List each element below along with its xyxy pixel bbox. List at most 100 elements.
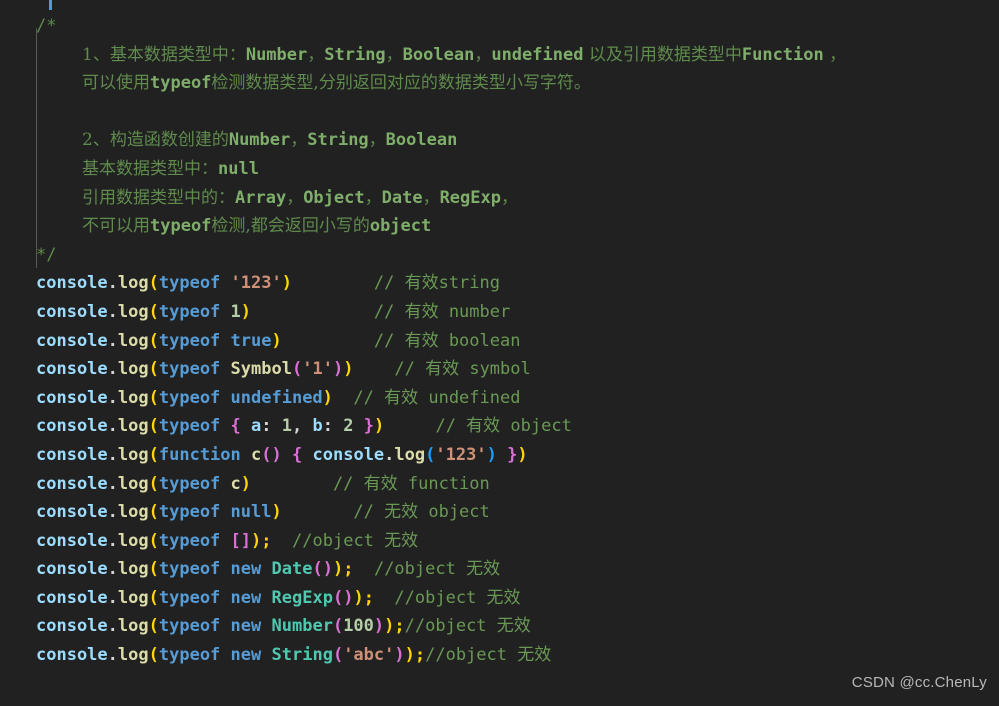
line-typeof-string-obj[interactable]: console.log(typeof new String('abc'));//…: [0, 641, 999, 670]
code-token: ): [240, 301, 252, 322]
code-statements[interactable]: console.log(typeof '123') // 有效string con…: [0, 269, 999, 669]
code-token: // 有效 object: [435, 416, 572, 437]
code-area[interactable]: /* 1、基本数据类型中：Number，String，Boolean，undef…: [0, 0, 999, 670]
comment-segment: Object: [303, 187, 365, 208]
scrolled-line-fragment: [0, 0, 999, 12]
code-token: //object 无效: [404, 616, 531, 637]
code-token: new: [230, 645, 262, 666]
line-typeof-symbol[interactable]: console.log(typeof Symbol('1')) // 有效 sy…: [0, 355, 999, 384]
code-token: log: [117, 587, 149, 608]
code-token: (: [332, 587, 344, 608]
code-token: console: [36, 502, 108, 523]
code-token: typeof: [158, 416, 221, 437]
code-token: ): [271, 330, 282, 351]
code-token: .: [107, 473, 118, 494]
comment-segment: 基本数据类型中：: [82, 158, 218, 179]
line-typeof-date[interactable]: console.log(typeof new Date()); //object…: [0, 555, 999, 584]
line-typeof-undefined[interactable]: console.log(typeof undefined) // 有效 unde…: [0, 384, 999, 413]
line-typeof-number[interactable]: console.log(typeof 1) // 有效 number: [0, 298, 999, 327]
code-token: (: [425, 444, 436, 465]
comment-line: [0, 98, 999, 127]
code-token: log: [117, 530, 149, 551]
code-token: (: [291, 359, 303, 380]
line-typeof-null[interactable]: console.log(typeof null) // 无效 object: [0, 498, 999, 527]
code-token: typeof: [158, 330, 221, 351]
comment-segment: ，: [823, 44, 847, 65]
code-token: .: [384, 444, 395, 465]
code-token: (: [332, 616, 344, 637]
code-token: log: [117, 359, 149, 380]
code-token: typeof: [158, 645, 221, 666]
code-token: ): [486, 444, 497, 465]
code-token: {: [292, 444, 303, 465]
code-token: log: [117, 444, 149, 465]
comment-segment: 可以使用: [82, 73, 150, 94]
code-token: }: [363, 416, 375, 437]
code-token: console: [36, 559, 108, 580]
line-typeof-boolean[interactable]: console.log(typeof true) // 有效 boolean: [0, 327, 999, 356]
line-typeof-object[interactable]: console.log(typeof { a: 1, b: 2 }) // 有效…: [0, 412, 999, 441]
comment-segment: ，: [368, 130, 386, 151]
code-token: .: [107, 502, 118, 523]
comment-line: 引用数据类型中的：Array，Object，Date，RegExp，: [0, 184, 999, 213]
code-token: null: [230, 502, 272, 523]
code-token: b: [302, 416, 323, 437]
code-token: a: [240, 416, 262, 437]
comment-line: 2、构造函数创建的Number，String，Boolean: [0, 126, 999, 155]
code-token: // 有效 symbol: [394, 359, 531, 380]
code-token: //object 无效: [373, 559, 501, 580]
line-typeof-c[interactable]: console.log(typeof c) // 有效 function: [0, 470, 999, 499]
code-token: ): [353, 587, 364, 608]
code-token: console: [36, 473, 108, 494]
comment-line: 基本数据类型中：null: [0, 155, 999, 184]
code-token: '123': [435, 444, 487, 465]
comment-segment: ，: [422, 187, 440, 208]
code-editor[interactable]: /* 1、基本数据类型中：Number，String，Boolean，undef…: [0, 0, 999, 706]
code-token: .: [107, 645, 118, 666]
code-token: (: [148, 616, 159, 637]
comment-segment: null: [218, 158, 259, 179]
code-token: (: [148, 273, 159, 294]
line-function-c[interactable]: console.log(function c() { console.log('…: [0, 441, 999, 470]
code-token: function: [158, 444, 241, 465]
code-token: console: [36, 587, 108, 608]
code-token: new: [230, 559, 262, 580]
code-token: .: [107, 387, 118, 408]
comment-segment: typeof: [150, 216, 212, 237]
code-token: log: [117, 502, 149, 523]
code-token: ;: [414, 645, 426, 666]
line-typeof-string[interactable]: console.log(typeof '123') // 有效string: [0, 269, 999, 298]
line-typeof-number-obj[interactable]: console.log(typeof new Number(100));//ob…: [0, 612, 999, 641]
code-token: typeof: [158, 616, 221, 637]
line-typeof-regexp[interactable]: console.log(typeof new RegExp()); //obje…: [0, 584, 999, 613]
code-token: .: [107, 273, 118, 294]
code-token: (: [148, 645, 159, 666]
code-token: ): [322, 559, 333, 580]
comment-segment: Number: [228, 130, 291, 151]
code-token: (: [148, 473, 159, 494]
comment-segment: 检测数据类型,分别返回对应的数据类型小写字符。: [211, 73, 591, 94]
comment-line: 不可以用typeof检测,都会返回小写的object: [0, 212, 999, 241]
code-token: // 有效 undefined: [353, 387, 521, 408]
comment-segment: Array: [235, 187, 287, 208]
line-typeof-array[interactable]: console.log(typeof []); //object 无效: [0, 527, 999, 556]
code-token: ): [332, 559, 344, 580]
code-token: (: [148, 301, 159, 322]
code-token: ): [404, 645, 415, 666]
code-token: .: [107, 330, 118, 351]
comment-segment: ，: [290, 130, 308, 151]
code-token: ): [271, 444, 282, 465]
